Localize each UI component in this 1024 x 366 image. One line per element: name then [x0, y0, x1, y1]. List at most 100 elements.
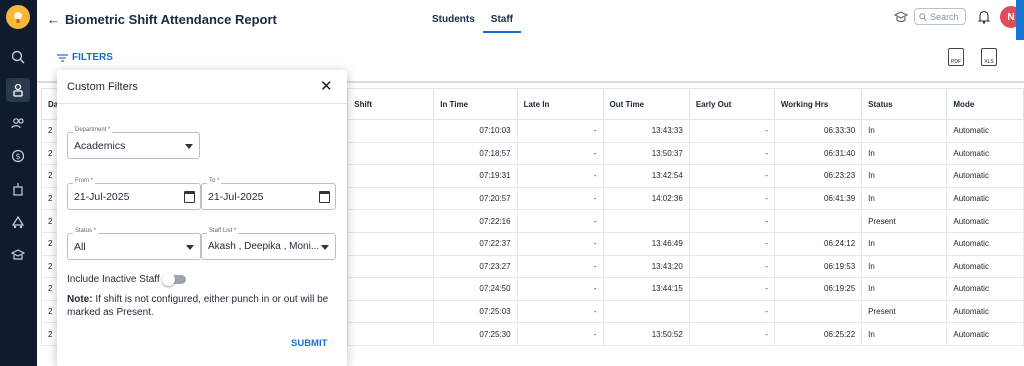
col-status[interactable]: Status — [861, 88, 948, 120]
close-icon[interactable]: ✕ — [320, 77, 333, 95]
include-inactive-row: Include Inactive Staff — [67, 273, 186, 286]
cell-in-time: 07:25:30 — [433, 322, 518, 346]
cell-early-out: - — [688, 322, 775, 346]
staff-list-value: Akash , Deepika , Moni... — [208, 241, 320, 252]
submit-button[interactable]: SUBMIT — [291, 338, 327, 349]
cell-working-hrs: 06:33:30 — [773, 119, 863, 143]
cell-status: In — [861, 277, 948, 301]
col-shift[interactable]: Shift — [347, 88, 435, 120]
pdf-label: PDF — [951, 59, 961, 65]
institution-icon[interactable] — [6, 177, 30, 201]
staff-list-label: Staff List * — [207, 228, 239, 234]
cell-late-in: - — [516, 254, 604, 279]
xls-label: XLS — [984, 59, 994, 65]
cell-out-time: 13:43:33 — [602, 119, 690, 143]
people-icon[interactable] — [6, 111, 30, 135]
status-value: All — [74, 241, 86, 253]
cell-shift — [347, 186, 435, 211]
header: ← Biometric Shift Attendance Report Stud… — [37, 0, 1024, 40]
search-icon[interactable] — [6, 45, 30, 69]
cell-working-hrs: 06:19:53 — [773, 254, 863, 279]
cell-out-time: 13:44:15 — [602, 277, 690, 301]
to-value: 21-Jul-2025 — [208, 191, 264, 203]
col-early-out[interactable]: Early Out — [688, 88, 775, 120]
cell-working-hrs: 06:41:39 — [773, 186, 863, 211]
cell-late-in: - — [516, 277, 604, 301]
cell-out-time: 13:46:49 — [602, 231, 690, 256]
cell-out-time: 14:02:36 — [602, 186, 690, 211]
search-box[interactable]: Search — [914, 8, 966, 25]
cell-shift — [347, 209, 435, 233]
cell-late-in: - — [516, 186, 604, 211]
cell-status: In — [861, 254, 948, 279]
search-placeholder: Search — [930, 11, 959, 22]
col-late-in[interactable]: Late In — [516, 88, 604, 120]
graduation-cap-icon[interactable] — [894, 10, 908, 24]
cell-out-time: 13:50:37 — [602, 141, 690, 166]
cell-mode: Automatic — [946, 141, 1024, 166]
department-label: Department * — [73, 127, 113, 133]
from-date-field[interactable]: From * 21-Jul-2025 — [67, 178, 201, 210]
sidebar: $ — [0, 0, 37, 366]
cell-mode: Automatic — [946, 186, 1024, 211]
cell-mode: Automatic — [946, 164, 1024, 188]
cell-shift — [347, 164, 435, 188]
calendar-icon[interactable] — [184, 191, 195, 203]
cell-shift — [347, 119, 435, 143]
cell-working-hrs — [773, 299, 863, 324]
staff-list-select[interactable]: Staff List * Akash , Deepika , Moni... — [201, 228, 336, 260]
status-select[interactable]: Status * All — [67, 228, 201, 260]
col-in-time[interactable]: In Time — [433, 88, 518, 120]
note-prefix: Note: — [67, 294, 93, 305]
arrow-left-icon: ← — [47, 12, 60, 27]
cell-out-time: 13:42:54 — [602, 164, 690, 188]
academics-icon[interactable] — [6, 243, 30, 267]
cell-shift — [347, 277, 435, 301]
to-date-field[interactable]: To * 21-Jul-2025 — [201, 178, 336, 210]
from-label: From * — [73, 178, 95, 184]
tab-students[interactable]: Students — [432, 14, 475, 33]
cell-status: In — [861, 186, 948, 211]
tab-bar: Students Staff — [432, 14, 522, 33]
cell-in-time: 07:18:57 — [433, 141, 518, 166]
department-select[interactable]: Department * Academics — [67, 127, 200, 159]
bell-icon[interactable] — [977, 9, 991, 25]
cell-mode: Automatic — [946, 231, 1024, 256]
tab-staff[interactable]: Staff — [482, 14, 522, 33]
cell-status: In — [861, 322, 948, 346]
cell-status: Present — [861, 209, 948, 233]
back-button[interactable]: ← Biometric Shift Attendance Report — [47, 12, 277, 27]
to-label: To * — [207, 178, 222, 184]
cell-late-in: - — [516, 119, 604, 143]
cell-working-hrs — [773, 209, 863, 233]
attendance-icon[interactable] — [6, 78, 30, 102]
note-text: Note: If shift is not configured, either… — [67, 293, 339, 319]
cell-status: In — [861, 164, 948, 188]
fees-icon[interactable]: $ — [6, 144, 30, 168]
col-out-time[interactable]: Out Time — [602, 88, 690, 120]
filters-button[interactable]: FILTERS — [57, 52, 113, 63]
cell-out-time: 13:43:20 — [602, 254, 690, 279]
transport-icon[interactable] — [6, 210, 30, 234]
note-body: If shift is not configured, either punch… — [67, 294, 329, 318]
app-logo[interactable] — [6, 5, 30, 29]
dialog-title: Custom Filters — [67, 81, 138, 93]
page-title: Biometric Shift Attendance Report — [65, 12, 277, 27]
cell-early-out: - — [688, 164, 775, 188]
cell-status: In — [861, 141, 948, 166]
col-working-hrs[interactable]: Working Hrs — [773, 88, 863, 120]
export-pdf-button[interactable]: PDF — [948, 48, 964, 66]
export-xls-button[interactable]: XLS — [981, 48, 997, 66]
calendar-icon[interactable] — [319, 191, 330, 203]
include-inactive-toggle[interactable] — [161, 273, 186, 286]
cell-working-hrs: 06:25:22 — [773, 322, 863, 346]
cell-early-out: - — [688, 299, 775, 324]
cell-shift — [347, 299, 435, 324]
cell-early-out: - — [688, 119, 775, 143]
side-ribbon[interactable] — [1016, 0, 1024, 40]
col-mode[interactable]: Mode — [946, 88, 1024, 120]
cell-in-time: 07:22:16 — [433, 209, 518, 233]
cell-out-time — [602, 299, 690, 324]
cell-mode: Automatic — [946, 209, 1024, 233]
cell-shift — [347, 141, 435, 166]
